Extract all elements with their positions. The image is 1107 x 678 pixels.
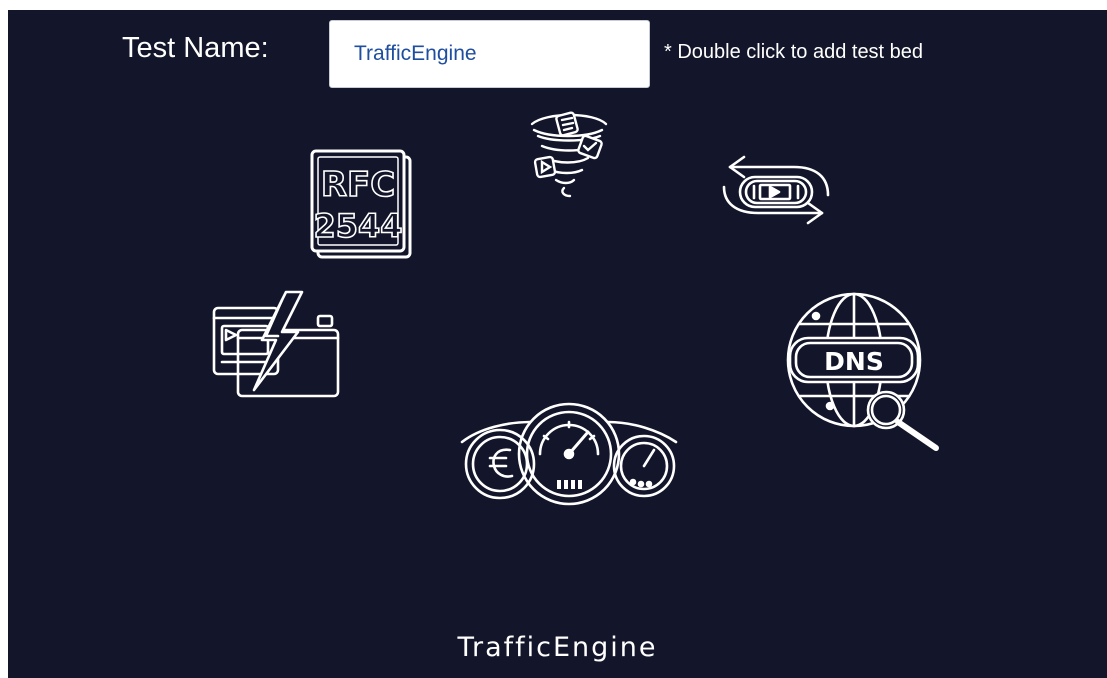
rfc2544-tile[interactable]: RFC 2544	[310, 149, 412, 259]
test-name-input[interactable]	[329, 20, 650, 88]
video-loop-tile[interactable]	[722, 147, 830, 233]
rfc-number-text: 2544	[313, 207, 402, 245]
video-burst-icon	[212, 290, 340, 398]
rfc-text: RFC	[321, 165, 395, 205]
test-name-label: Test Name:	[122, 32, 269, 64]
rfc2544-icon: RFC 2544	[310, 149, 412, 259]
test-canvas[interactable]: Test Name: * Double click to add test be…	[8, 10, 1107, 678]
dns-text: DNS	[824, 347, 884, 376]
video-burst-tile[interactable]	[212, 290, 340, 398]
footer-title: TrafficEngine	[457, 632, 658, 663]
dns-lookup-tile[interactable]: DNS	[786, 292, 940, 451]
video-loop-icon	[722, 155, 830, 225]
tornado-media-tile[interactable]	[526, 108, 614, 200]
dns-lookup-icon: DNS	[786, 292, 939, 451]
double-click-hint: * Double click to add test bed	[664, 41, 924, 63]
tornado-media-icon	[530, 111, 608, 198]
dashboard-gauges-icon	[460, 402, 678, 506]
dashboard-gauges-tile[interactable]	[460, 398, 678, 506]
